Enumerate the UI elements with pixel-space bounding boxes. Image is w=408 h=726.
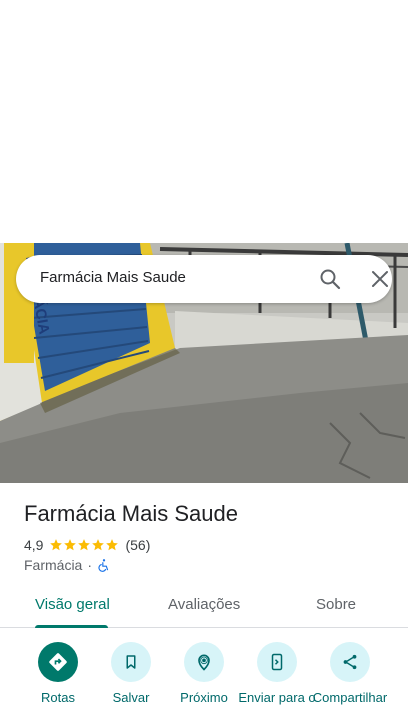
save-label: Salvar (112, 690, 150, 705)
map-blank-area (0, 0, 408, 243)
star-icon (106, 539, 119, 551)
tab-reviews[interactable]: Avaliações (168, 596, 240, 613)
star-icon (64, 539, 77, 551)
star-icon (50, 539, 63, 551)
send-to-phone-button[interactable]: Enviar para o (237, 642, 317, 705)
bookmark-icon[interactable] (111, 642, 151, 682)
search-input[interactable]: Farmácia Mais Saude (40, 269, 186, 286)
separator: · (87, 557, 93, 573)
share-button[interactable]: Compartilhar (310, 642, 390, 705)
nearby-button[interactable]: Próximo (164, 642, 244, 705)
tab-overview[interactable]: Visão geral (35, 596, 110, 613)
rating-row[interactable]: 4,9 (56) (24, 536, 150, 554)
save-button[interactable]: Salvar (91, 642, 171, 705)
place-category: Farmácia (24, 557, 83, 573)
send-to-phone-label: Enviar para o (238, 690, 316, 705)
nearby-label: Próximo (180, 690, 228, 705)
directions-button[interactable]: Rotas (18, 642, 98, 705)
tab-bar: Visão geral Avaliações Sobre (0, 584, 408, 628)
directions-icon[interactable] (38, 642, 78, 682)
nearby-icon[interactable] (184, 642, 224, 682)
send-to-phone-icon[interactable] (257, 642, 297, 682)
place-title: Farmácia Mais Saude (24, 501, 238, 526)
star-icon (78, 539, 91, 551)
star-icon (92, 539, 105, 551)
search-bar[interactable]: Farmácia Mais Saude (16, 255, 392, 303)
review-count[interactable]: (56) (125, 537, 150, 553)
star-rating (49, 538, 119, 552)
tab-active-indicator (35, 625, 108, 628)
share-label: Compartilhar (312, 690, 388, 705)
tab-about[interactable]: Sobre (316, 596, 356, 613)
close-icon[interactable] (368, 267, 392, 291)
wheelchair-accessible-icon (97, 558, 111, 572)
rating-value: 4,9 (24, 537, 44, 553)
share-icon[interactable] (330, 642, 370, 682)
search-icon[interactable] (318, 267, 342, 291)
category-row: Farmácia · (24, 556, 111, 574)
directions-label: Rotas (41, 690, 75, 705)
action-buttons: Rotas Salvar Próximo Enviar para o Compa… (0, 640, 408, 726)
